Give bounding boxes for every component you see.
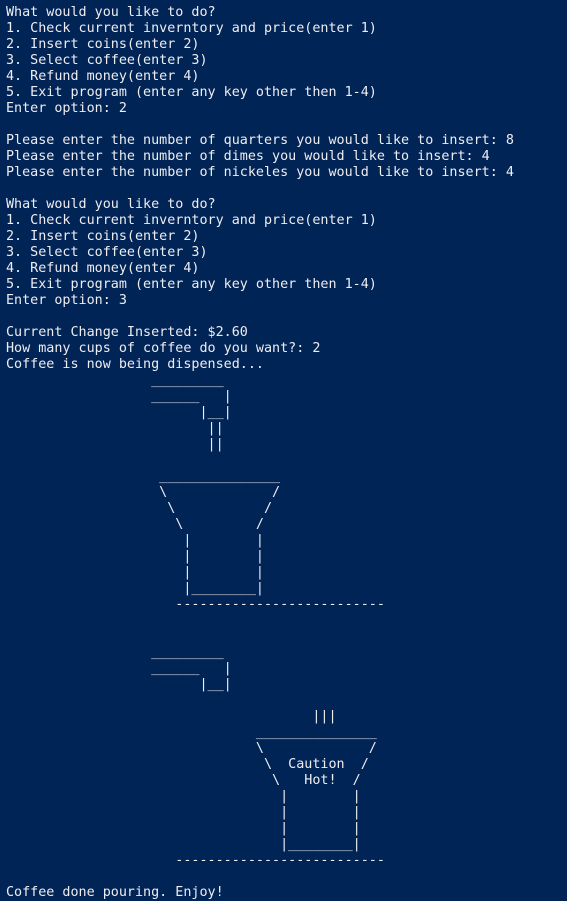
- terminal-line: Enter option: 2: [6, 101, 127, 116]
- terminal-line: What would you like to do?: [6, 5, 216, 20]
- terminal-line: \ /: [6, 741, 377, 756]
- terminal-line: 1. Check current inverntory and price(en…: [6, 21, 377, 36]
- terminal-line: 3. Select coffee(enter 3): [6, 53, 208, 68]
- terminal-line: --------------------------: [6, 853, 385, 868]
- terminal-line: \ Caution /: [6, 757, 369, 772]
- terminal-line: |__|: [6, 677, 232, 692]
- terminal-line: --------------------------: [6, 597, 385, 612]
- terminal-line: _______________: [6, 725, 377, 740]
- terminal-line: Please enter the number of dimes you wou…: [6, 149, 490, 164]
- terminal-line: ______ |: [6, 389, 232, 404]
- terminal-line: _______________: [6, 469, 281, 484]
- terminal-line: \ /: [6, 517, 264, 532]
- terminal-line: |||: [6, 709, 337, 724]
- terminal-line: | |: [6, 805, 361, 820]
- terminal-line: ______ |: [6, 661, 232, 676]
- terminal-line: 2. Insert coins(enter 2): [6, 229, 200, 244]
- terminal-line: |________|: [6, 837, 361, 852]
- terminal-line: |__|: [6, 405, 232, 420]
- terminal-window[interactable]: What would you like to do? 1. Check curre…: [0, 0, 567, 900]
- terminal-line: | |: [6, 821, 361, 836]
- terminal-line: \ Hot! /: [6, 773, 361, 788]
- terminal-line: | |: [6, 533, 264, 548]
- terminal-line: How many cups of coffee do you want?: 2: [6, 341, 321, 356]
- terminal-line: _________: [6, 373, 224, 388]
- terminal-line: 3. Select coffee(enter 3): [6, 245, 208, 260]
- terminal-line: Enter option: 3: [6, 293, 127, 308]
- terminal-line: 2. Insert coins(enter 2): [6, 37, 200, 52]
- terminal-line: _________: [6, 645, 224, 660]
- terminal-line: | |: [6, 789, 361, 804]
- terminal-line: ||: [6, 437, 224, 452]
- terminal-line: Coffee done pouring. Enjoy!: [6, 885, 224, 900]
- terminal-line: 4. Refund money(enter 4): [6, 69, 200, 84]
- terminal-line: ||: [6, 421, 224, 436]
- terminal-line: 5. Exit program (enter any key other the…: [6, 85, 377, 100]
- terminal-line: | |: [6, 565, 264, 580]
- terminal-line: \ /: [6, 501, 273, 516]
- terminal-line: Please enter the number of nickeles you …: [6, 165, 514, 180]
- terminal-line: |________|: [6, 581, 264, 596]
- terminal-line: \ /: [6, 485, 281, 500]
- terminal-line: What would you like to do?: [6, 197, 216, 212]
- terminal-line: 5. Exit program (enter any key other the…: [6, 277, 377, 292]
- terminal-line: Current Change Inserted: $2.60: [6, 325, 248, 340]
- terminal-output: What would you like to do? 1. Check curre…: [6, 5, 567, 901]
- terminal-line: Coffee is now being dispensed...: [6, 357, 264, 372]
- terminal-line: 1. Check current inverntory and price(en…: [6, 213, 377, 228]
- terminal-line: 4. Refund money(enter 4): [6, 261, 200, 276]
- terminal-line: Please enter the number of quarters you …: [6, 133, 514, 148]
- terminal-line: | |: [6, 549, 264, 564]
